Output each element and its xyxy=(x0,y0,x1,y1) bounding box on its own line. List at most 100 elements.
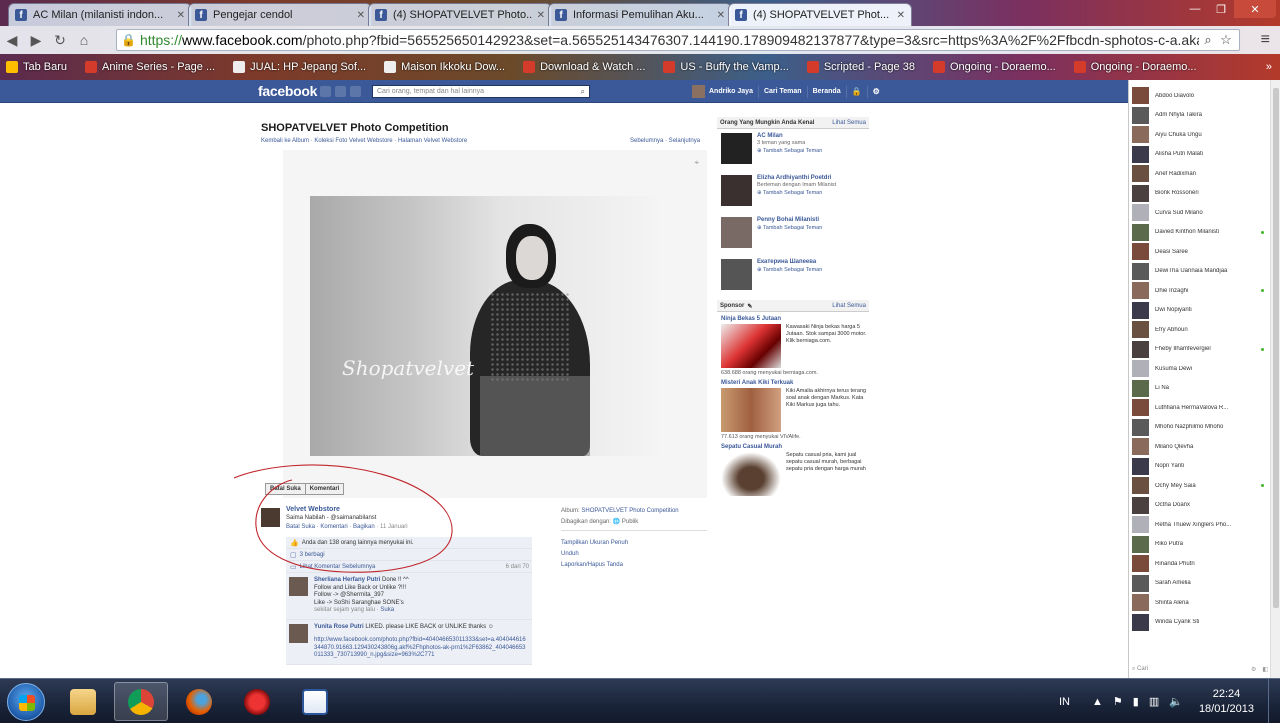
close-window-icon[interactable]: ✕ xyxy=(1234,0,1276,18)
flag-icon[interactable]: ⚑ xyxy=(1113,695,1123,708)
edit-icon[interactable]: ✎ xyxy=(747,303,752,311)
minimize-icon[interactable]: — xyxy=(1182,0,1208,18)
tray-expand-icon[interactable]: ▲ xyxy=(1092,696,1103,708)
reload-icon[interactable]: ↻ xyxy=(48,32,72,49)
ad-item[interactable]: Ninja Bekas 5 Jutaan Kawasaki Ninja beka… xyxy=(717,316,869,376)
sponsor-see-all[interactable]: Lihat Semua xyxy=(832,303,866,311)
bookmark-item[interactable]: Tab Baru xyxy=(6,61,67,73)
facebook-logo[interactable]: facebook xyxy=(258,83,317,99)
ad-image[interactable] xyxy=(721,452,781,496)
taskbar-firefox[interactable] xyxy=(172,682,226,721)
download-link[interactable]: Unduh xyxy=(561,551,579,557)
owner-avatar[interactable] xyxy=(261,508,280,527)
full-size-link[interactable]: Tampilkan Ukuran Penuh xyxy=(561,540,628,546)
taskbar-explorer[interactable] xyxy=(56,682,110,721)
add-friend-link[interactable]: ⊕ Tambah Sebagai Teman xyxy=(757,148,869,154)
unlike-button[interactable]: Batal Suka xyxy=(265,483,306,495)
find-friends-link[interactable]: Cari Teman xyxy=(764,88,802,95)
messages-icon[interactable] xyxy=(335,86,346,97)
chat-friend-item[interactable]: Luthfiana HermaValova R... xyxy=(1132,398,1270,418)
taskbar-word[interactable] xyxy=(288,682,342,721)
add-friend-link[interactable]: ⊕ Tambah Sebagai Teman xyxy=(757,225,869,231)
commenter-avatar[interactable] xyxy=(289,623,308,643)
chat-friend-item[interactable]: Abdoo Diavolo xyxy=(1132,86,1270,106)
chat-friend-item[interactable]: Curva Sud Milano xyxy=(1132,203,1270,223)
chat-friend-item[interactable]: Riko Putra xyxy=(1132,535,1270,555)
taskbar-app[interactable] xyxy=(230,682,284,721)
bookmark-item[interactable]: Scripted - Page 38 xyxy=(806,61,915,73)
page-scrollbar[interactable] xyxy=(1270,80,1280,678)
forward-icon[interactable]: ▶ xyxy=(24,32,48,49)
start-button[interactable] xyxy=(7,683,45,721)
commenter-avatar[interactable] xyxy=(289,577,308,596)
chat-friend-item[interactable]: Mhoho Nazphilmo Mhoho xyxy=(1132,418,1270,438)
browser-tab-4[interactable]: f Informasi Pemulihan Aku... ✕ xyxy=(548,3,732,26)
chat-options-icon[interactable]: ◧ xyxy=(1262,666,1268,673)
chat-friend-item[interactable]: Rinanda Phutri xyxy=(1132,554,1270,574)
volume-icon[interactable]: 🔈 xyxy=(1169,695,1183,708)
privacy-shortcuts-icon[interactable]: 🔒 xyxy=(852,87,862,96)
tag-icon[interactable]: ⌖ xyxy=(694,158,699,168)
bookmarks-overflow[interactable]: » xyxy=(1266,61,1272,73)
profile-link[interactable]: Andriko Jaya xyxy=(709,88,753,95)
bookmark-item[interactable]: Ongoing - Doraemo... xyxy=(1073,61,1197,73)
comment-button[interactable]: Komentari xyxy=(305,483,345,495)
chat-friend-item[interactable]: Arief Radixman xyxy=(1132,164,1270,184)
comment-link[interactable]: http://www.facebook.com/photo.php?fbid=4… xyxy=(314,637,528,660)
commenter-name[interactable]: Yunita Rose Putri xyxy=(314,624,364,630)
user-avatar[interactable] xyxy=(692,85,705,98)
privacy-value[interactable]: Publik xyxy=(622,519,638,525)
show-desktop-button[interactable] xyxy=(1268,679,1280,723)
taskbar-chrome[interactable] xyxy=(114,682,168,721)
bookmark-item[interactable]: Anime Series - Page ... xyxy=(85,61,215,73)
close-tab-icon[interactable]: ✕ xyxy=(177,10,185,21)
album-link[interactable]: SHOPATVELVET Photo Competition xyxy=(581,508,678,514)
settings-gear-icon[interactable]: ⚙ xyxy=(873,87,880,96)
ad-image[interactable] xyxy=(721,388,781,432)
address-bar[interactable]: 🔒 https://www.facebook.com/photo.php?fbi… xyxy=(116,29,1240,51)
back-icon[interactable]: ◀ xyxy=(0,32,24,49)
restore-icon[interactable]: ❐ xyxy=(1208,0,1234,18)
chat-friend-item[interactable]: Shinta Alena xyxy=(1132,593,1270,613)
add-friend-link[interactable]: ⊕ Tambah Sebagai Teman xyxy=(757,190,869,196)
owner-name[interactable]: Velvet Webstore xyxy=(286,506,340,513)
bookmark-item[interactable]: Ongoing - Doraemo... xyxy=(932,61,1056,73)
chat-friend-item[interactable]: Alisha Putri Malati xyxy=(1132,145,1270,165)
browser-tab-1[interactable]: f AC Milan (milanisti indon... ✕ xyxy=(8,3,192,26)
friend-requests-icon[interactable] xyxy=(320,86,331,97)
chat-search-input[interactable]: ⌕ Cari ⚙ ◧ xyxy=(1132,666,1268,673)
chat-friend-item[interactable]: Milano Qlevha xyxy=(1132,437,1270,457)
browser-tab-5-active[interactable]: f (4) SHOPATVELVET Phot... ✕ xyxy=(728,3,912,26)
chat-friend-item[interactable]: Dhie Inzaghi xyxy=(1132,281,1270,301)
chat-friend-item[interactable]: Dwi Nopiyanti xyxy=(1132,301,1270,321)
breadcrumb[interactable]: Kembali ke Album · Koleksi Foto Velvet W… xyxy=(261,138,467,144)
chat-friend-item[interactable]: Deasi Saree xyxy=(1132,242,1270,262)
chat-friend-item[interactable]: Ochy Mey Saia xyxy=(1132,476,1270,496)
search-icon[interactable]: ⌕ xyxy=(581,87,585,97)
photo-pager[interactable]: Sebelumnya · Selanjutnya xyxy=(630,138,700,144)
scrollbar-thumb[interactable] xyxy=(1273,88,1279,608)
suggestion-avatar[interactable] xyxy=(721,133,752,164)
ad-item[interactable]: Misteri Anak Kiki Terkuak Kiki Amalia ak… xyxy=(717,380,869,440)
chat-friend-item[interactable]: Octha Doanx xyxy=(1132,496,1270,516)
chat-friend-item[interactable]: Sarah Amelia xyxy=(1132,574,1270,594)
menu-icon[interactable]: ≡ xyxy=(1261,31,1270,49)
ad-image[interactable] xyxy=(721,324,781,368)
bookmark-item[interactable]: Download & Watch ... xyxy=(523,61,645,73)
chat-friend-item[interactable]: Fheby Ilhamfevergiel xyxy=(1132,340,1270,360)
fb-search-input[interactable]: Cari orang, tempat dan hal lainnya ⌕ xyxy=(372,85,590,98)
language-indicator[interactable]: IN xyxy=(1059,696,1070,708)
commenter-name[interactable]: Sherliana Herfany Putri xyxy=(314,577,380,583)
chat-friend-item[interactable]: Bionk Rossoneri xyxy=(1132,184,1270,204)
chat-friend-item[interactable]: Adm Nhyla Takira xyxy=(1132,106,1270,126)
chat-friend-item[interactable]: Winda Cyank Sti xyxy=(1132,613,1270,633)
network-icon[interactable]: ▥ xyxy=(1149,695,1159,708)
pymk-see-all[interactable]: Lihat Semua xyxy=(832,120,866,128)
browser-tab-3[interactable]: f (4) SHOPATVELVET Photo... ✕ xyxy=(368,3,552,26)
home-link[interactable]: Beranda xyxy=(813,88,841,95)
chat-friend-item[interactable]: Davied Kinthon Milanisti xyxy=(1132,223,1270,243)
bookmark-item[interactable]: Maison Ikkoku Dow... xyxy=(384,61,505,73)
close-tab-icon[interactable]: ✕ xyxy=(897,10,905,21)
chat-friend-item[interactable]: Nopri Yanti xyxy=(1132,457,1270,477)
chat-friend-item[interactable]: Efry Abhoun xyxy=(1132,320,1270,340)
